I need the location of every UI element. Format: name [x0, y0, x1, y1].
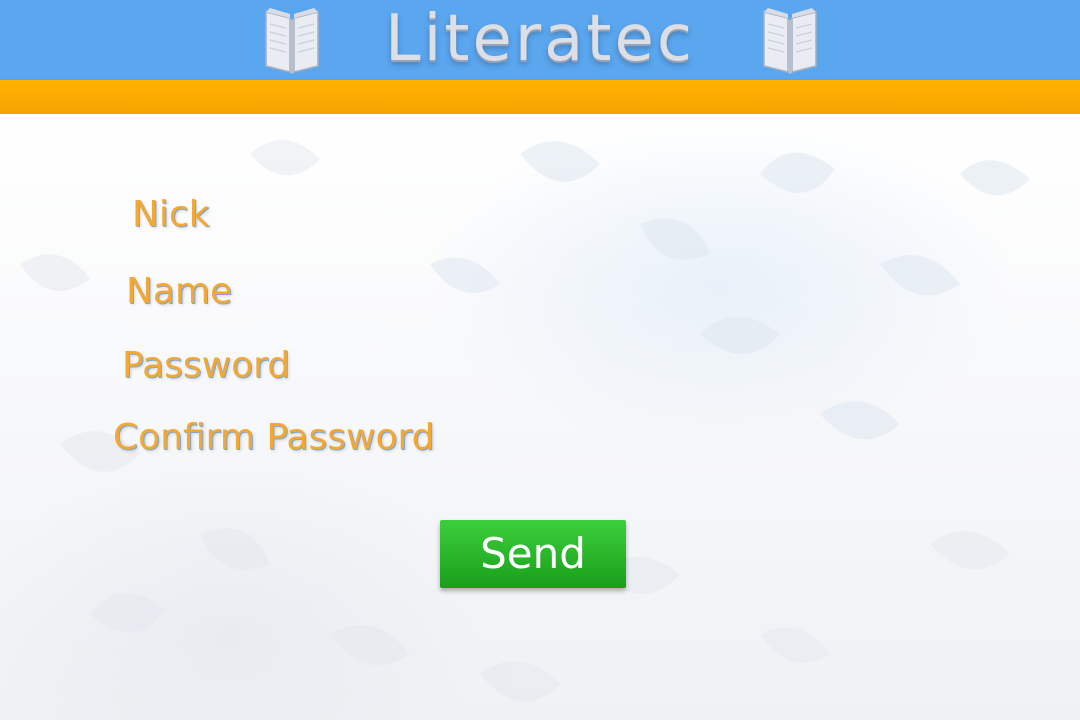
app-title: Literatec — [384, 2, 696, 76]
header-stripe — [0, 80, 1080, 114]
send-button[interactable]: Send — [440, 520, 626, 588]
open-book-icon — [763, 8, 817, 74]
confirm-password-label: Confirm Password — [113, 417, 435, 458]
name-label: Name — [126, 271, 233, 312]
nick-label: Nick — [132, 194, 210, 235]
form-area: Nick Name Password Confirm Password Send — [0, 114, 1080, 720]
password-label: Password — [122, 345, 291, 386]
